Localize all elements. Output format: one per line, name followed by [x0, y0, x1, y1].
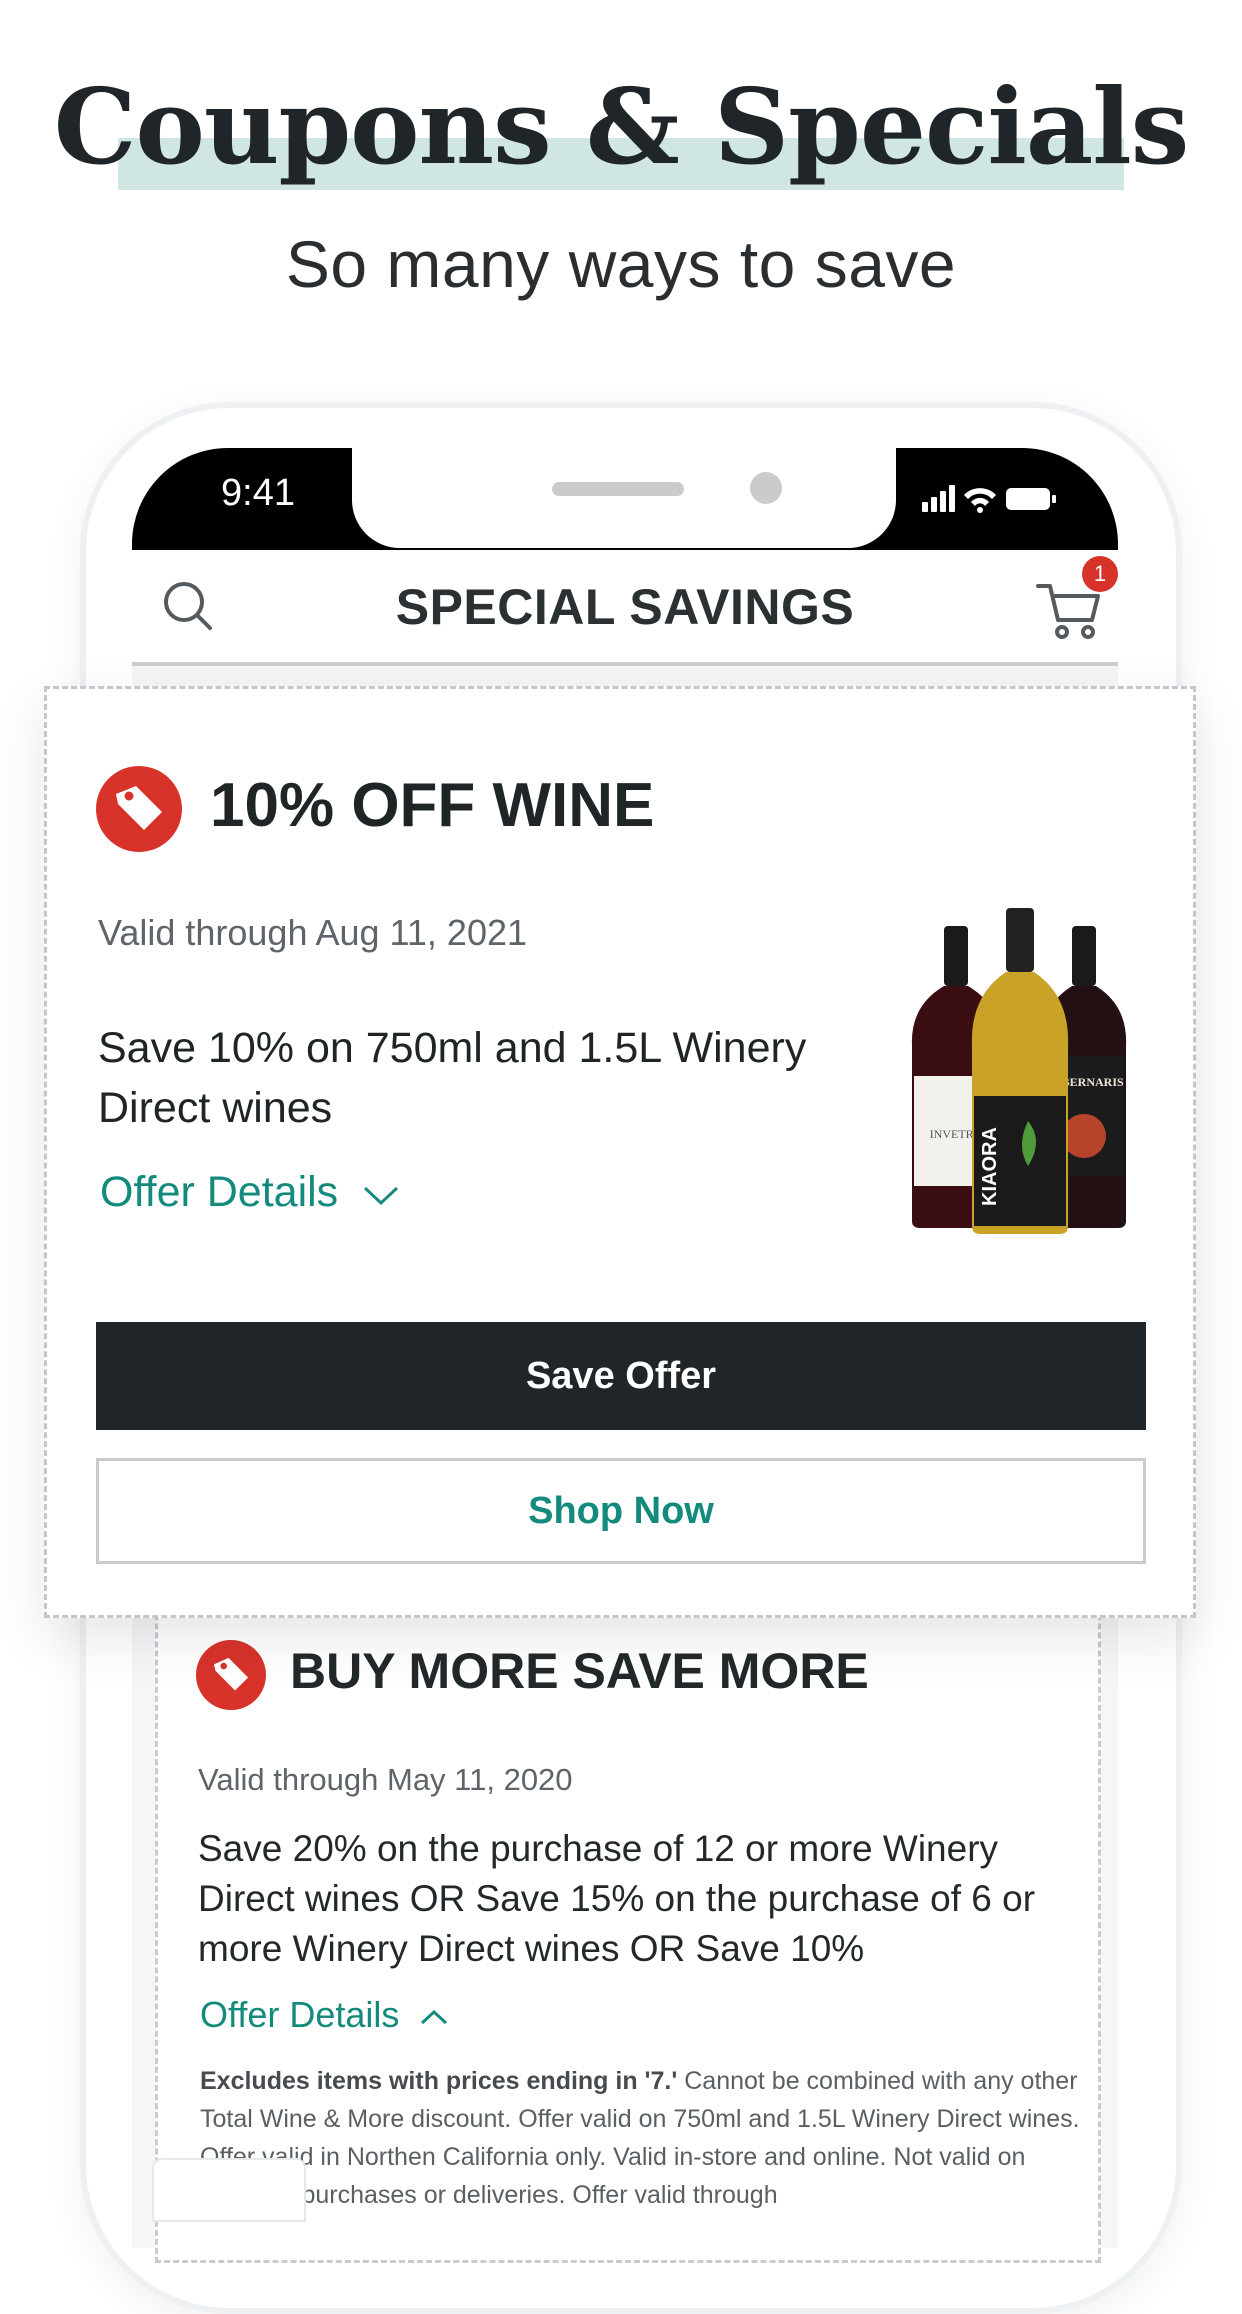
offer-details-toggle[interactable]: Offer Details	[100, 1168, 400, 1217]
hero-title: Coupons & Specials	[53, 65, 1190, 188]
tag-icon	[96, 766, 182, 852]
cart-count-badge: 1	[1082, 556, 1118, 592]
coupon-description: Save 10% on 750ml and 1.5L Winery Direct…	[98, 1024, 807, 1132]
status-icons	[922, 482, 1062, 514]
camera	[750, 472, 782, 504]
hero-subtitle: So many ways to save	[285, 227, 957, 301]
offer-details-label: Offer Details	[200, 1994, 400, 2035]
page-title: SPECIAL SAVINGS	[395, 579, 855, 635]
offer-details-toggle[interactable]: Offer Details	[200, 1994, 449, 2036]
tag-icon	[196, 1640, 266, 1710]
coupon-description: Save 20% on the purchase of 12 or more W…	[198, 1828, 1036, 1969]
status-time: 9:41	[221, 472, 295, 514]
coupon-title: 10% OFF WINE	[210, 771, 655, 840]
signal-wifi-battery-icon	[922, 485, 1056, 513]
hero-title-wrap: Coupons & Specials	[0, 65, 1242, 188]
nav-bar: SPECIAL SAVINGS 1	[132, 550, 1118, 666]
fine-print-bold: Excludes items with prices ending in '7.…	[200, 2067, 678, 2095]
bottle-label-kiaora: KIAORA	[979, 1127, 1001, 1206]
coupon-fine-print: Excludes items with prices ending in '7.…	[200, 2062, 1080, 2214]
notch	[352, 448, 896, 548]
speaker	[552, 482, 684, 496]
coupon-title: BUY MORE SAVE MORE	[290, 1643, 869, 1699]
coupon-valid-date: Valid through Aug 11, 2021	[98, 912, 528, 953]
save-offer-button[interactable]: Save Offer	[96, 1322, 1146, 1430]
coupon-valid-date: Valid through May 11, 2020	[198, 1762, 573, 1797]
bottom-tab	[152, 2158, 306, 2222]
wine-bottles-image: INVETRO CABERNARIS KIAORA	[900, 906, 1140, 1236]
chevron-down-icon	[364, 1186, 399, 1205]
offer-details-label: Offer Details	[100, 1168, 339, 1216]
shop-now-button[interactable]: Shop Now	[96, 1458, 1146, 1564]
chevron-up-icon	[421, 2010, 448, 2025]
